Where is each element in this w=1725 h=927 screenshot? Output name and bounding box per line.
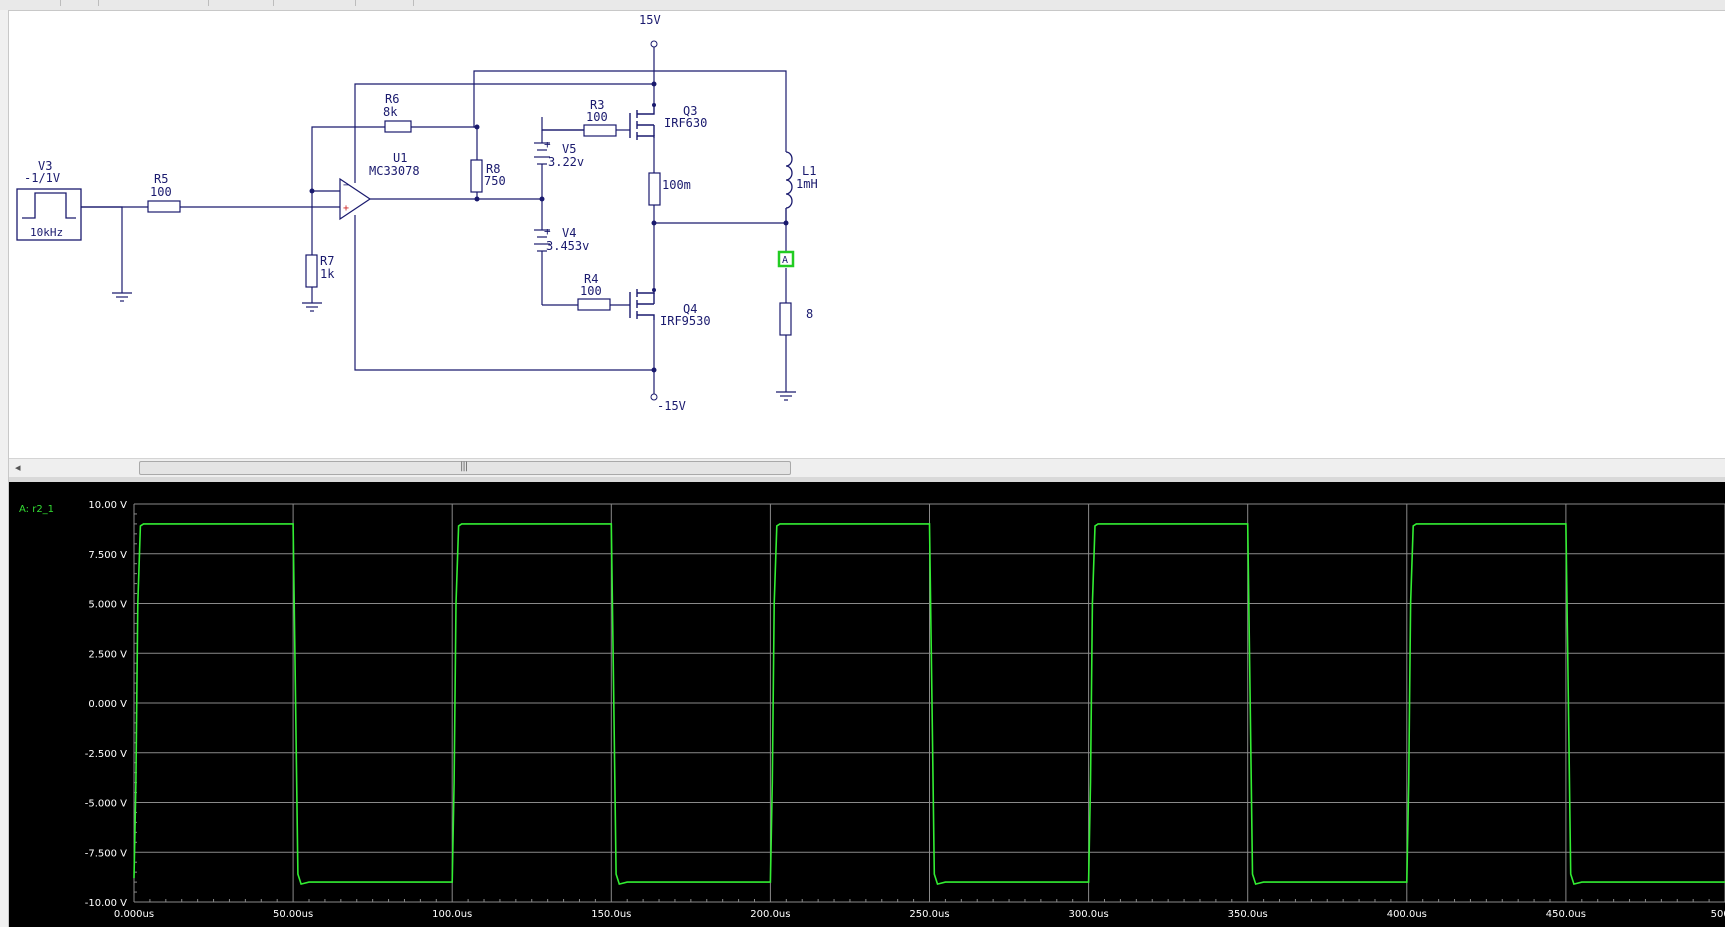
waveform-plot: 0.000us 50.00us 100.0us 150.0us 200.0us 250.0… — [85, 500, 1725, 920]
wires — [81, 45, 787, 394]
x-tick-label: 150.0us — [591, 909, 631, 920]
ground-icon — [302, 302, 322, 312]
y-tick-label: -2.500 V — [85, 749, 127, 760]
y-tick-label: 2.500 V — [88, 649, 127, 660]
horizontal-scrollbar[interactable]: ◂ ||| — [9, 458, 1725, 478]
r4-value: 100 — [580, 284, 602, 298]
q4-part: IRF9530 — [660, 314, 711, 328]
v5-value: 3.22v — [548, 155, 584, 169]
x-tick-label: 350.0us — [1228, 909, 1268, 920]
rail-negative-label: -15V — [657, 399, 686, 413]
component-labels: V3 -1/1V 10kHz R5 100 R6 8k R7 1k R8 750… — [24, 13, 818, 413]
v5-name: V5 — [562, 142, 576, 156]
r8-value: 750 — [484, 174, 506, 188]
toolbar-tab[interactable] — [0, 0, 61, 6]
schematic-drawing: − + + + A V3 -1/1V 10kHz R5 100 R6 8k R7… — [16, 13, 818, 413]
rail-positive-label: 15V — [639, 13, 661, 27]
probe-a-label: A — [782, 255, 788, 266]
source-value: -1/1V — [24, 171, 60, 185]
left-panel-edge — [0, 10, 9, 927]
opamp-u1[interactable]: − + — [339, 177, 372, 221]
toolbar-tab[interactable] — [355, 0, 414, 6]
x-tick-label: 100.0us — [432, 909, 472, 920]
y-tick-label: -7.500 V — [85, 848, 127, 859]
v4-name: V4 — [562, 226, 576, 240]
toolbar-strip — [0, 0, 1725, 11]
x-tick-label: 250.0us — [909, 909, 949, 920]
battery-v4-plus: + — [544, 225, 551, 238]
schematic-canvas[interactable]: − + + + A V3 -1/1V 10kHz R5 100 R6 8k R7… — [9, 12, 1725, 458]
r6-name: R6 — [385, 92, 399, 106]
y-tick-label: 10.00 V — [88, 500, 127, 511]
r6-value: 8k — [383, 105, 398, 119]
toolbar-tab[interactable] — [60, 0, 99, 6]
toolbar-tab[interactable] — [98, 0, 209, 6]
mosfet-q3-symbol[interactable] — [629, 105, 655, 140]
scroll-thumb[interactable]: ||| — [139, 461, 791, 475]
x-tick-label: 200.0us — [750, 909, 790, 920]
x-tick-label: 50.00us — [273, 909, 313, 920]
l1-name: L1 — [802, 164, 816, 178]
x-tick-label: 0.000us — [114, 909, 154, 920]
mosfet-q4-symbol[interactable] — [629, 289, 655, 320]
x-tick-label: 300.0us — [1069, 909, 1109, 920]
scroll-left-icon[interactable]: ◂ — [15, 461, 21, 474]
q3-part: IRF630 — [664, 116, 707, 130]
x-tick-label: 500.0 — [1711, 909, 1725, 920]
r5-name: R5 — [154, 172, 168, 186]
r7-value: 1k — [320, 267, 335, 281]
ground-icon — [112, 291, 132, 302]
oscilloscope-panel: A: r2_1 0.000us 50.00us 100.0us 150.0us 200.… — [9, 482, 1725, 927]
battery-v5-plus: + — [544, 138, 551, 151]
grip-icon: ||| — [460, 461, 468, 472]
pulse-icon — [22, 192, 76, 219]
opamp-minus: − — [343, 180, 349, 191]
toolbar-tab[interactable] — [208, 0, 274, 6]
r7-name: R7 — [320, 254, 334, 268]
x-tick-label: 400.0us — [1387, 909, 1427, 920]
y-tick-label: 0.000 V — [88, 699, 127, 710]
y-tick-label: -10.00 V — [85, 898, 127, 909]
source-freq: 10kHz — [30, 226, 63, 239]
load-resistor-value: 8 — [806, 307, 813, 321]
x-tick-label: 450.0us — [1546, 909, 1586, 920]
toolbar-tab[interactable] — [273, 0, 356, 6]
opamp-plus: + — [343, 203, 349, 214]
inductor-l1-symbol[interactable] — [785, 151, 793, 209]
l1-value: 1mH — [796, 177, 818, 191]
r3-value: 100 — [586, 110, 608, 124]
shunt-resistor-value: 100m — [662, 178, 691, 192]
y-tick-label: -5.000 V — [85, 799, 127, 810]
opamp-part: MC33078 — [369, 164, 420, 178]
ground-icon — [776, 391, 796, 401]
y-tick-label: 5.000 V — [88, 600, 127, 611]
y-tick-label: 7.500 V — [88, 550, 127, 561]
r5-value: 100 — [150, 185, 172, 199]
opamp-name: U1 — [393, 151, 407, 165]
v4-value: 3.453v — [546, 239, 589, 253]
